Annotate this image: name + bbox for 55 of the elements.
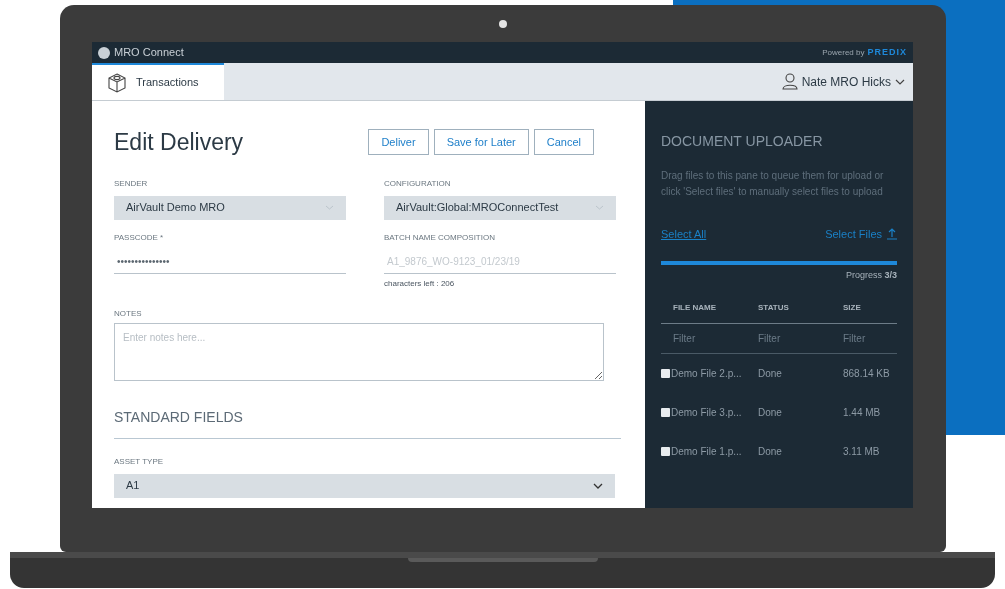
- checkbox[interactable]: [661, 408, 670, 417]
- app-name: MRO Connect: [114, 45, 184, 61]
- chevron-down-icon: [593, 482, 603, 489]
- checkbox[interactable]: [661, 369, 670, 378]
- field-label: CONFIGURATION: [384, 177, 452, 190]
- powered-by-label: Powered by: [822, 46, 865, 59]
- chevron-down-icon: [895, 78, 905, 85]
- filter-field[interactable]: Filter: [843, 331, 913, 346]
- column-header: STATUS: [758, 302, 790, 314]
- chevron-down-icon: [325, 205, 334, 210]
- field-label: PASSCODE *: [114, 231, 165, 244]
- input-field[interactable]: A1_9876_WO-9123_01/23/19: [384, 249, 616, 274]
- camera-icon: [498, 20, 507, 28]
- field-label: BATCH NAME COMPOSITION: [384, 231, 496, 244]
- dropdown[interactable]: AirVault:Global:MROConnectTest: [384, 195, 616, 220]
- section-heading: STANDARD FIELDS: [114, 406, 621, 439]
- dropdown[interactable]: A1: [114, 473, 615, 498]
- input-field[interactable]: •••••••••••••••: [114, 249, 346, 274]
- select-all-link[interactable]: Select All: [661, 226, 707, 243]
- table-cell-text: Done: [758, 406, 783, 420]
- character-count: characters left : 206: [384, 277, 456, 290]
- chevron-down-icon: [595, 205, 604, 210]
- panel-title: DOCUMENT UPLOADER: [661, 132, 824, 151]
- table-cell-text: Demo File 2.p...: [671, 367, 742, 381]
- table-cell-text: Demo File 1.p...: [671, 445, 742, 459]
- user-icon: [781, 73, 798, 90]
- page-title: Edit Delivery: [114, 128, 244, 157]
- filter-field[interactable]: Filter: [673, 331, 743, 346]
- upload-icon: [887, 228, 897, 241]
- dropdown[interactable]: AirVault Demo MRO: [114, 195, 346, 220]
- column-header: SIZE: [843, 302, 862, 314]
- field-label: SENDER: [114, 177, 149, 190]
- logo-icon: [98, 46, 110, 59]
- table-cell-text: Done: [758, 445, 783, 459]
- user-menu[interactable]: Nate MRO Hicks: [781, 63, 913, 100]
- action-button[interactable]: Cancel: [533, 129, 594, 156]
- table-cell-text: Demo File 3.p...: [671, 406, 742, 420]
- instructions-text: Drag files to this pane to queue them for upload or click 'Select files' to manually select files to upload: [661, 169, 885, 199]
- progress-label: Progress 3/3: [844, 268, 897, 282]
- select-files-button[interactable]: Select Files: [825, 226, 897, 243]
- box-icon: [108, 72, 126, 93]
- notes-field[interactable]: Enter notes here...: [114, 322, 604, 381]
- table-cell-text: 868.14 KB: [843, 367, 891, 381]
- checkbox[interactable]: [661, 447, 670, 456]
- platform-name: PREDIX: [867, 45, 907, 59]
- table-cell-text: 3.11 MB: [843, 445, 881, 459]
- table-cell-text: 1.44 MB: [843, 406, 882, 420]
- field-label: ASSET TYPE: [114, 455, 165, 468]
- action-button[interactable]: Deliver: [368, 129, 429, 156]
- table-cell-text: Done: [758, 367, 783, 381]
- column-header: FILE NAME: [673, 302, 718, 314]
- filter-field[interactable]: Filter: [758, 331, 828, 346]
- action-button[interactable]: Save for Later: [433, 129, 529, 156]
- field-label: NOTES: [114, 307, 143, 320]
- nav-tab[interactable]: Transactions: [92, 63, 224, 100]
